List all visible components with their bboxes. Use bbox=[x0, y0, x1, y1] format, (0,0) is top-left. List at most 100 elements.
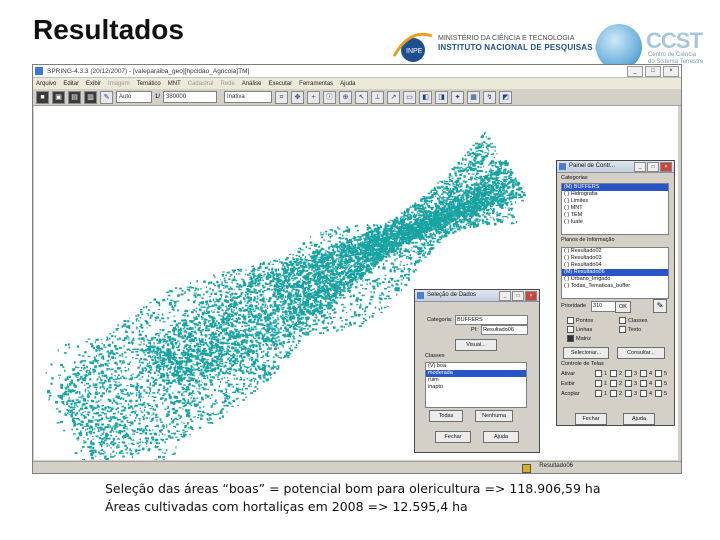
screen-toggle[interactable]: 5 bbox=[655, 379, 670, 389]
maximize-icon[interactable]: □ bbox=[647, 162, 659, 172]
zoom-select[interactable]: Auto bbox=[116, 91, 152, 103]
screen-toggle[interactable]: 5 bbox=[655, 389, 670, 399]
minimize-icon[interactable]: _ bbox=[627, 66, 643, 77]
zoom-in-icon[interactable]: + bbox=[307, 90, 321, 104]
tool-c-icon[interactable]: ✦ bbox=[451, 90, 465, 104]
pi-field[interactable]: Resultado06 bbox=[481, 325, 528, 335]
select-all-button[interactable]: Todas bbox=[429, 410, 463, 422]
screen-toggle[interactable]: 4 bbox=[640, 379, 655, 389]
menu-item-mnt[interactable]: MNT bbox=[168, 81, 181, 87]
edit-pencil-icon[interactable]: ✎ bbox=[653, 299, 667, 313]
tool-e-icon[interactable]: ↯ bbox=[483, 90, 497, 104]
screen-toggle[interactable]: 4 bbox=[640, 369, 655, 379]
category-list-item[interactable]: ( ) MNT bbox=[562, 205, 668, 212]
info-icon[interactable]: ⓘ bbox=[323, 90, 337, 104]
classes-list[interactable]: (V) boa moderada ruim inapto bbox=[425, 362, 527, 408]
scale-input[interactable]: 380000 bbox=[163, 91, 218, 103]
menu-item-exibir[interactable]: Exibir bbox=[86, 81, 101, 87]
minimize-icon[interactable]: _ bbox=[499, 291, 511, 301]
plan-list-item[interactable]: ( ) Resultado04 bbox=[562, 262, 668, 269]
select-none-button[interactable]: Nenhuma bbox=[475, 410, 513, 422]
opt-texto[interactable]: Texto bbox=[619, 326, 641, 333]
print-icon[interactable]: ▥ bbox=[84, 90, 97, 104]
screen-toggle[interactable]: 2 bbox=[610, 379, 625, 389]
class-list-item[interactable]: moderada bbox=[426, 370, 526, 377]
category-list-item[interactable]: (M) BUFFERS bbox=[562, 184, 668, 191]
screen-toggle[interactable]: 1 bbox=[595, 369, 610, 379]
menu-item-imagem[interactable]: Imagem bbox=[108, 81, 130, 87]
plan-list-item[interactable]: ( ) Urbano_Irrigado bbox=[562, 276, 668, 283]
plans-list[interactable]: ( ) Resultado02( ) Resultado03( ) Result… bbox=[561, 247, 669, 299]
menu-item-rede[interactable]: Rede bbox=[220, 81, 234, 87]
grid-icon[interactable]: ⌗ bbox=[275, 90, 289, 104]
window-title: SPRING-4.3.3 (20/12/2007) - [valeparaiba… bbox=[47, 67, 250, 75]
save-icon[interactable]: ▤ bbox=[68, 90, 81, 104]
maximize-icon[interactable]: □ bbox=[645, 66, 661, 77]
category-list-item[interactable]: ( ) TEM bbox=[562, 212, 668, 219]
priority-ok-button[interactable]: OK bbox=[615, 301, 631, 313]
screen-toggle[interactable]: 4 bbox=[640, 389, 655, 399]
new-icon[interactable]: ■ bbox=[36, 90, 49, 104]
pointer-icon[interactable]: ↖ bbox=[355, 90, 369, 104]
select-icon[interactable]: ▭ bbox=[403, 90, 417, 104]
screen-toggle[interactable]: 2 bbox=[610, 369, 625, 379]
dialog-help-button[interactable]: Ajuda bbox=[483, 431, 519, 443]
panel-help-button[interactable]: Ajuda bbox=[623, 413, 655, 425]
tool-d-icon[interactable]: ▦ bbox=[467, 90, 481, 104]
category-list-item[interactable]: ( ) Iuate bbox=[562, 219, 668, 226]
cursor-icon[interactable]: ↗ bbox=[387, 90, 401, 104]
panel-close-button[interactable]: Fechar bbox=[575, 413, 607, 425]
tool-a-icon[interactable]: ◧ bbox=[419, 90, 433, 104]
menu-item-temático[interactable]: Temático bbox=[137, 81, 161, 87]
category-list-item[interactable]: ( ) Hidrografia bbox=[562, 191, 668, 198]
plan-list-item[interactable]: ( ) Todas_Tematicas_buffer bbox=[562, 283, 668, 290]
plan-list-item[interactable]: ( ) Resultado03 bbox=[562, 255, 668, 262]
draw-icon[interactable]: ✎ bbox=[100, 90, 113, 104]
opt-linhas[interactable]: Linhas bbox=[567, 326, 592, 333]
menu-item-editar[interactable]: Editar bbox=[63, 81, 79, 87]
priority-input[interactable]: 310 bbox=[591, 301, 616, 312]
dialog-close-button[interactable]: Fechar bbox=[435, 431, 471, 443]
screen-toggle[interactable]: 3 bbox=[625, 379, 640, 389]
menu-item-ferramentas[interactable]: Ferramentas bbox=[299, 81, 333, 87]
visual-button[interactable]: Visual... bbox=[455, 339, 497, 351]
class-list-item[interactable]: inapto bbox=[426, 384, 526, 391]
menu-item-cadastral[interactable]: Cadastral bbox=[188, 81, 214, 87]
close-icon[interactable]: × bbox=[663, 66, 679, 77]
statusbar: Resultado06 bbox=[33, 461, 681, 473]
maximize-icon[interactable]: □ bbox=[512, 291, 524, 301]
class-list-item[interactable]: (V) boa bbox=[426, 363, 526, 370]
menubar: Arquivo Editar Exibir Imagem Temático MNT Cada… bbox=[33, 78, 681, 89]
class-list-item[interactable]: ruim bbox=[426, 377, 526, 384]
tool-b-icon[interactable]: ◨ bbox=[435, 90, 449, 104]
pan-icon[interactable]: ✥ bbox=[291, 90, 305, 104]
tool-f-icon[interactable]: ◩ bbox=[499, 90, 513, 104]
menu-item-ajuda[interactable]: Ajuda bbox=[340, 81, 355, 87]
screen-toggle[interactable]: 1 bbox=[595, 379, 610, 389]
menu-item-executar[interactable]: Executar bbox=[268, 81, 292, 87]
ruler-icon[interactable]: ⊥ bbox=[371, 90, 385, 104]
plan-list-item[interactable]: ( ) Resultado02 bbox=[562, 248, 668, 255]
categories-list[interactable]: (M) BUFFERS( ) Hidrografia( ) Limites( )… bbox=[561, 183, 669, 235]
category-list-item[interactable]: ( ) Limites bbox=[562, 198, 668, 205]
close-icon[interactable]: × bbox=[525, 291, 537, 301]
category-field[interactable]: BUFFERS bbox=[455, 315, 528, 325]
screen-toggle[interactable]: 1 bbox=[595, 389, 610, 399]
close-icon[interactable]: × bbox=[660, 162, 672, 172]
screen-toggle[interactable]: 5 bbox=[655, 369, 670, 379]
select-button[interactable]: Selecionar... bbox=[563, 347, 609, 359]
menu-item-arquivo[interactable]: Arquivo bbox=[36, 81, 56, 87]
opt-matriz[interactable]: Matriz bbox=[567, 335, 591, 342]
screen-toggle[interactable]: 3 bbox=[625, 369, 640, 379]
mode-select[interactable]: Inativa bbox=[224, 91, 273, 103]
consult-button[interactable]: Consultar... bbox=[617, 347, 665, 359]
minimize-icon[interactable]: _ bbox=[634, 162, 646, 172]
plan-list-item[interactable]: (M) Resultado06 bbox=[562, 269, 668, 276]
opt-pontos[interactable]: Pontos bbox=[567, 317, 593, 324]
screen-toggle[interactable]: 2 bbox=[610, 389, 625, 399]
zoom-icon[interactable]: ⊕ bbox=[339, 90, 353, 104]
screen-toggle[interactable]: 3 bbox=[625, 389, 640, 399]
open-icon[interactable]: ▣ bbox=[52, 90, 65, 104]
menu-item-análise[interactable]: Análise bbox=[242, 81, 262, 87]
opt-classes[interactable]: Classes bbox=[619, 317, 648, 324]
